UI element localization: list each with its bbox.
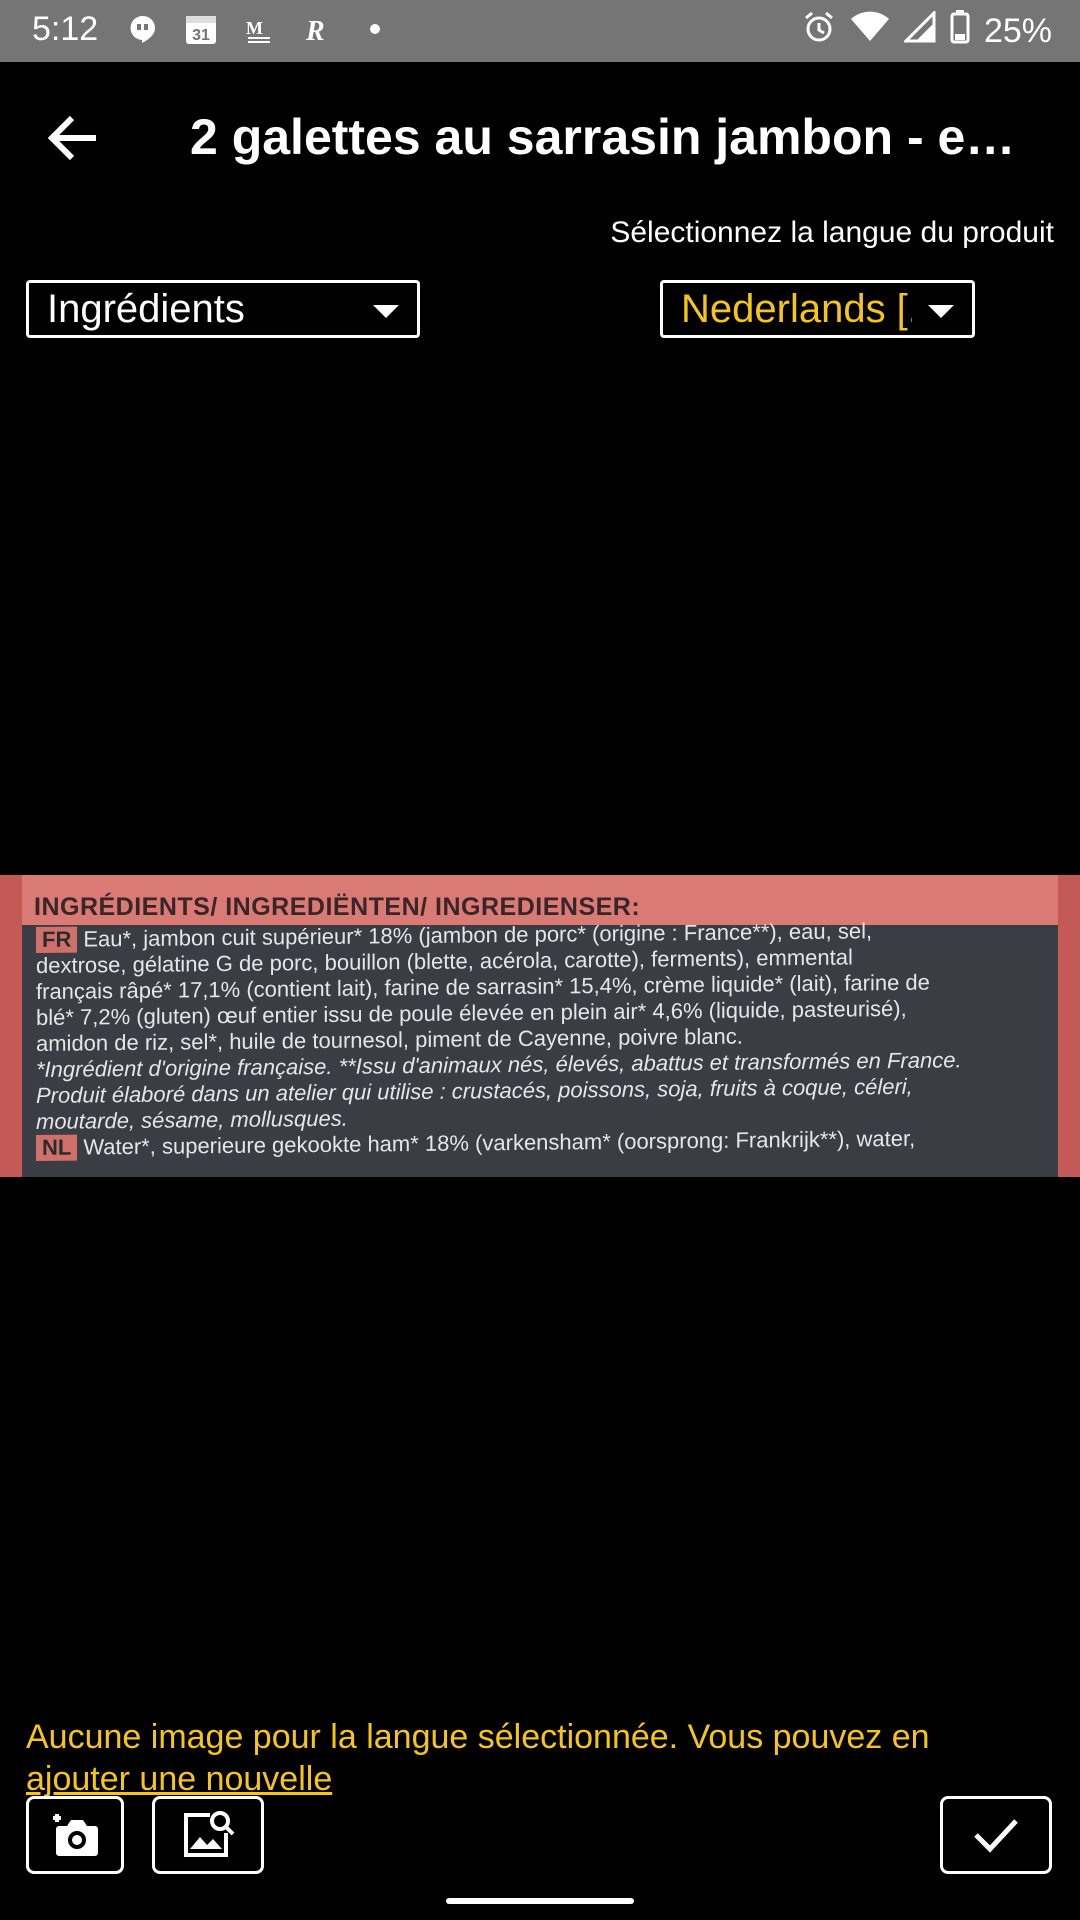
battery-percent: 25% [983,12,1052,50]
notification-icons: 31 M R [126,12,392,46]
image-type-dropdown[interactable]: Ingrédients [26,280,420,338]
language-selected: Nederlands [.. [681,286,912,331]
image-type-selected: Ingrédients [47,286,245,331]
add-camera-icon [53,1814,98,1856]
wifi-icon [850,11,890,52]
no-image-text: Aucune image pour la langue sélectionnée… [26,1718,930,1756]
svg-text:R: R [305,16,325,44]
hangouts-icon [126,12,160,46]
svg-text:M: M [246,18,263,38]
photo-edge-left [0,875,22,1177]
gallery-button[interactable] [152,1796,264,1874]
language-dropdown[interactable]: Nederlands [.. [660,280,975,338]
take-photo-button[interactable] [26,1796,124,1874]
alarm-icon [802,10,836,53]
language-hint: Sélectionnez la langue du produit [610,216,1054,249]
check-icon [974,1819,1018,1853]
signal-icon [902,9,936,52]
app-r-icon: R [300,12,334,46]
navigation-handle[interactable] [446,1898,634,1904]
no-image-message: Aucune image pour la langue sélectionnée… [26,1716,1026,1800]
fr-tag: FR [36,926,78,953]
photo-header-text: INGRÉDIENTS/ INGREDIËNTEN/ INGREDIENSER: [34,893,641,921]
app-bar: 2 galettes au sarrasin jambon - em… [0,62,1080,212]
caret-down-icon [373,305,399,318]
calendar-icon: 31 [184,12,218,46]
photo-text: FR Eau*, jambon cuit supérieur* 18% (jamb… [36,916,1056,1161]
caret-down-icon [928,305,954,318]
confirm-button[interactable] [940,1796,1052,1874]
battery-icon [950,10,970,53]
arrow-back-icon [47,115,96,161]
ingredients-photo[interactable]: INGRÉDIENTS/ INGREDIËNTEN/ INGREDIENSER:… [0,875,1080,1177]
status-bar: 5:12 31 M R 25% [0,0,1080,62]
page-title: 2 galettes au sarrasin jambon - em… [190,109,1050,165]
image-search-icon [184,1811,235,1857]
gmail-icon: M [242,12,276,46]
status-time: 5:12 [32,10,99,48]
dot-icon [358,12,392,46]
status-right: 25% [802,9,1052,53]
calendar-day: 31 [192,27,210,44]
photo-edge-right [1058,875,1080,1177]
nl-tag: NL [36,1134,78,1161]
add-image-link[interactable]: ajouter une nouvelle [26,1760,332,1798]
back-button[interactable] [42,106,106,170]
